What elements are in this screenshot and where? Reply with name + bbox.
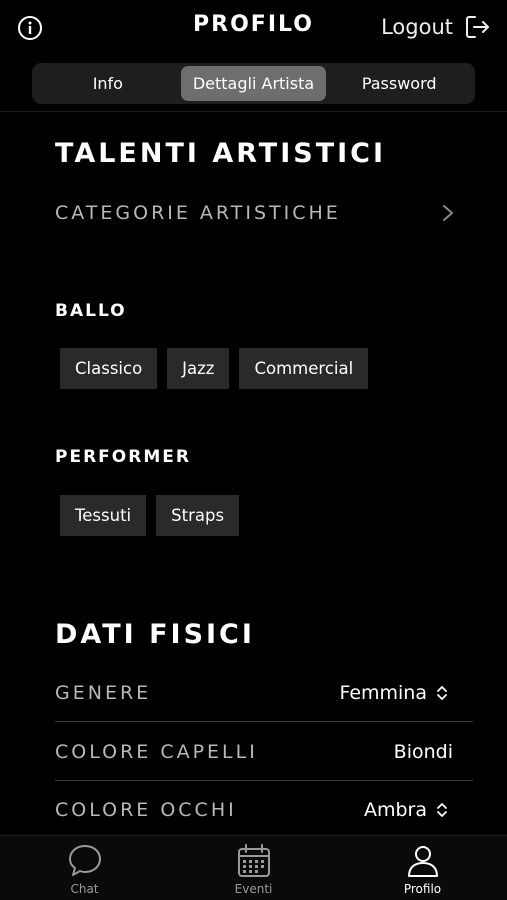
field-value-genere: Femmina — [339, 682, 473, 704]
header-divider — [0, 111, 507, 112]
chevron-right-icon — [443, 205, 453, 221]
field-row-genere[interactable]: GENERE Femmina — [55, 664, 473, 722]
chips-ballo: Classico Jazz Commercial — [60, 348, 369, 389]
field-label-colore-capelli: COLORE CAPELLI — [55, 740, 258, 763]
logout-icon — [466, 16, 489, 38]
categorie-artistiche-row[interactable]: CATEGORIE ARTISTICHE — [55, 197, 455, 229]
segment-info[interactable]: Info — [35, 66, 181, 101]
field-label-genere: GENERE — [55, 681, 152, 704]
field-label-colore-occhi: COLORE OCCHI — [55, 799, 237, 821]
colore-occhi-value: Ambra — [363, 799, 427, 821]
category-title-performer: PERFORMER — [55, 447, 191, 467]
logout-button[interactable]: Logout — [381, 11, 491, 43]
field-row-colore-occhi[interactable]: COLORE OCCHI Ambra — [55, 781, 473, 839]
chip-commercial[interactable]: Commercial — [239, 348, 369, 389]
tab-label-chat: Chat — [70, 882, 99, 896]
profile-screen: PROFILO Logout Info Dettagli Artista Pas… — [0, 0, 507, 900]
segment-password[interactable]: Password — [326, 66, 472, 101]
field-value-colore-occhi: Ambra — [364, 799, 473, 821]
calendar-icon — [237, 844, 270, 877]
section-title-dati-fisici: DATI FISICI — [55, 619, 255, 650]
tab-chat[interactable]: Chat — [0, 836, 169, 900]
chevron-up-down-icon — [437, 803, 447, 817]
chip-straps[interactable]: Straps — [156, 495, 240, 536]
chat-bubble-icon — [68, 845, 101, 876]
tab-label-eventi: Eventi — [234, 882, 273, 896]
person-icon — [407, 846, 438, 877]
segmented-control: Info Dettagli Artista Password — [32, 63, 475, 104]
chip-tessuti[interactable]: Tessuti — [60, 495, 147, 536]
field-row-colore-capelli[interactable]: COLORE CAPELLI Biondi — [55, 723, 473, 781]
chevron-up-down-icon — [437, 685, 447, 700]
chip-jazz[interactable]: Jazz — [167, 348, 230, 389]
tab-eventi[interactable]: Eventi — [169, 836, 338, 900]
tab-profilo[interactable]: Profilo — [338, 836, 507, 900]
tab-bar: Chat Eventi Profilo — [0, 835, 507, 900]
category-title-ballo: BALLO — [55, 301, 127, 321]
genere-value: Femmina — [339, 681, 427, 704]
segment-dettagli-artista[interactable]: Dettagli Artista — [180, 66, 327, 101]
section-title-talenti: TALENTI ARTISTICI — [55, 138, 387, 169]
field-value-colore-capelli: Biondi — [393, 740, 453, 763]
categorie-artistiche-label: CATEGORIE ARTISTICHE — [55, 202, 341, 224]
tab-label-profilo: Profilo — [403, 882, 442, 896]
chips-performer: Tessuti Straps — [60, 495, 240, 536]
logout-label: Logout — [381, 15, 453, 39]
chip-classico[interactable]: Classico — [60, 348, 158, 389]
header: PROFILO Logout — [0, 0, 507, 56]
